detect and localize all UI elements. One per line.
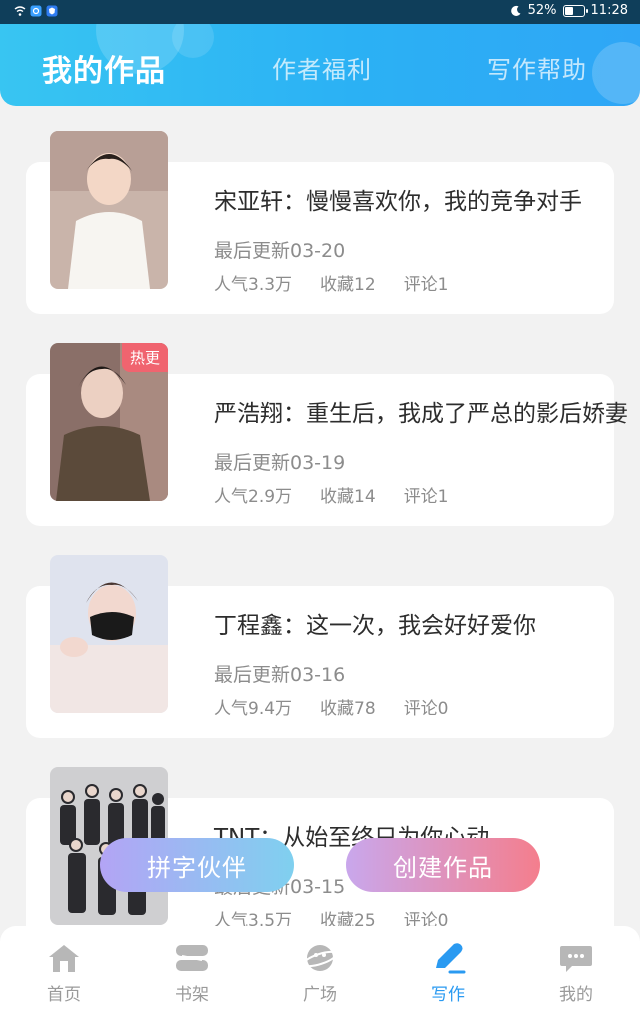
bookshelf-icon xyxy=(176,945,208,971)
shield-notification-icon xyxy=(46,5,58,17)
tab-my-works[interactable]: 我的作品 xyxy=(42,46,166,90)
nav-label: 首页 xyxy=(47,985,81,1005)
nav-bookshelf[interactable]: 书架 xyxy=(152,942,232,1005)
nav-home[interactable]: 首页 xyxy=(24,942,104,1005)
bottom-nav: 首页 书架 广场 写作 我的 xyxy=(0,926,640,1024)
home-icon xyxy=(49,945,79,972)
header: 我的作品 作者福利 写作帮助 xyxy=(0,24,640,106)
app-notification-icon xyxy=(30,5,42,17)
work-updated: 最后更新03-16 xyxy=(214,664,346,686)
status-left-icons xyxy=(14,5,58,17)
work-updated: 最后更新03-20 xyxy=(214,240,346,262)
moon-icon xyxy=(510,5,521,16)
battery-percent: 52% xyxy=(527,3,557,18)
battery-icon xyxy=(562,4,588,17)
work-cover-image[interactable] xyxy=(50,555,168,713)
nav-label: 我的 xyxy=(559,985,593,1005)
decor-bubble xyxy=(592,42,640,104)
hot-update-badge: 热更 xyxy=(121,343,168,372)
work-title: 丁程鑫：这一次，我会好好爱你 xyxy=(214,613,536,639)
tab-author-benefits[interactable]: 作者福利 xyxy=(272,50,372,85)
status-bar: 52% 11:28 xyxy=(0,0,640,24)
create-work-button[interactable]: 创建作品 xyxy=(346,838,540,892)
clock: 11:28 xyxy=(590,3,628,18)
work-stats: 人气2.9万 收藏14 评论1 xyxy=(214,482,449,507)
nav-label: 写作 xyxy=(431,985,465,1005)
nav-me[interactable]: 我的 xyxy=(536,942,616,1005)
work-updated: 最后更新03-19 xyxy=(214,452,346,474)
work-cover-image[interactable] xyxy=(50,131,168,289)
work-title: 宋亚轩：慢慢喜欢你，我的竞争对手 xyxy=(214,189,582,215)
work-comments: 评论1 xyxy=(403,487,449,507)
status-right: 52% 11:28 xyxy=(510,3,628,18)
work-comments: 评论1 xyxy=(403,275,449,295)
work-popularity: 人气2.9万 xyxy=(214,487,293,507)
work-comments: 评论0 xyxy=(403,699,449,719)
work-favorites: 收藏14 xyxy=(320,487,376,507)
work-popularity: 人气9.4万 xyxy=(214,699,293,719)
tab-writing-help[interactable]: 写作帮助 xyxy=(487,50,587,85)
wifi-icon xyxy=(14,6,26,16)
nav-label: 书架 xyxy=(175,985,209,1005)
decor-bubble xyxy=(172,24,214,58)
nav-writing[interactable]: 写作 xyxy=(408,942,488,1005)
work-favorites: 收藏12 xyxy=(320,275,376,295)
work-title: 严浩翔：重生后，我成了严总的影后娇妻 xyxy=(214,401,628,427)
battery-level xyxy=(564,6,573,15)
pen-icon xyxy=(436,943,466,974)
work-cover-image[interactable]: 热更 xyxy=(50,343,168,501)
work-favorites: 收藏78 xyxy=(320,699,376,719)
work-stats: 人气9.4万 收藏78 评论0 xyxy=(214,694,449,719)
nav-label: 广场 xyxy=(303,985,337,1005)
work-stats: 人气3.3万 收藏12 评论1 xyxy=(214,270,449,295)
planet-icon xyxy=(302,945,338,971)
chat-bubble-icon xyxy=(560,946,592,972)
writing-partner-button[interactable]: 拼字伙伴 xyxy=(100,838,294,892)
work-popularity: 人气3.3万 xyxy=(214,275,293,295)
nav-plaza[interactable]: 广场 xyxy=(280,942,360,1005)
